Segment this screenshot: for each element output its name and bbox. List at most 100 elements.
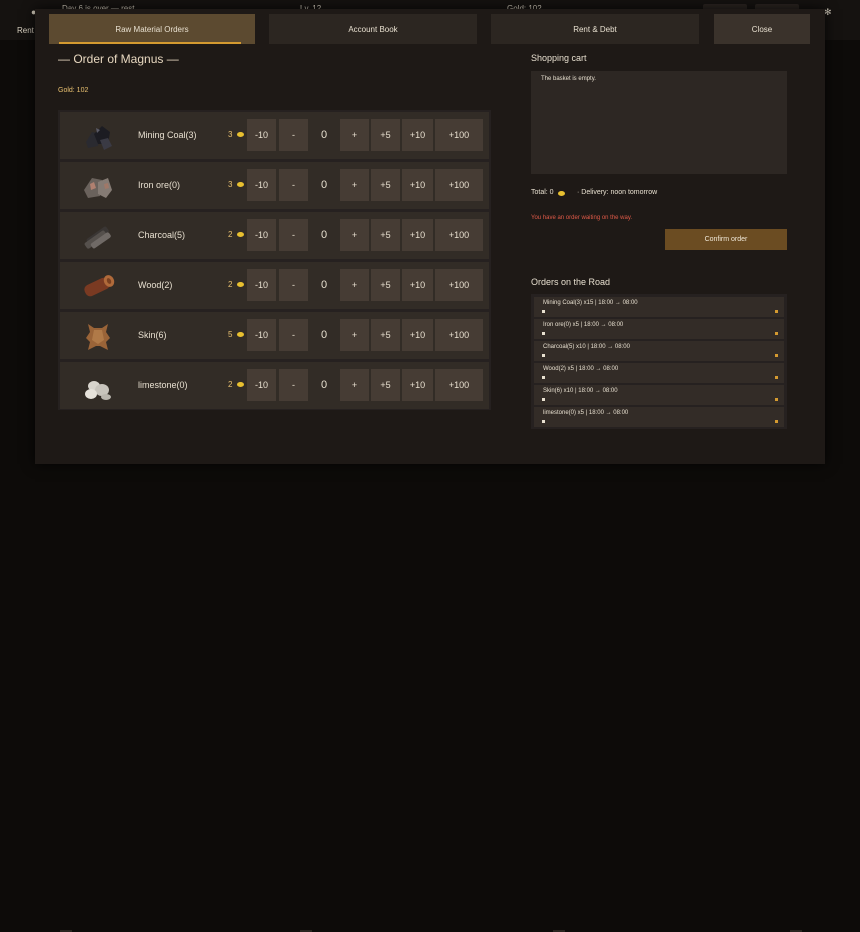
iron-ore-icon [84,178,112,198]
orders-on-road-list: Mining Coal(3) x15 | 18:00 → 08:00 Iron … [531,294,787,429]
progress-end-marker [775,376,778,379]
road-order-text: Iron ore(0) x5 | 18:00 → 08:00 [543,322,624,328]
minus-button[interactable]: - [279,219,308,251]
shop-modal: Raw Material Orders Account Book Rent & … [35,9,825,464]
animal-skin-icon [86,324,110,350]
cart-panel: Shopping cart The basket is empty. Total… [531,49,825,464]
plus-10-button[interactable]: +10 [402,319,433,351]
tab-raw-material-orders[interactable]: Raw Material Orders [49,14,255,44]
item-row: Mining Coal(3) 3 -10 - 0 + +5 +10 +100 [60,112,489,159]
coin-icon [237,182,244,187]
progress-start-marker [542,420,545,423]
cart-total: Total: 0 [531,189,554,196]
plus-10-button[interactable]: +10 [402,169,433,201]
minus-button[interactable]: - [279,319,308,351]
plus-button[interactable]: + [340,269,369,301]
minus-10-button[interactable]: -10 [247,219,276,251]
plus-100-button[interactable]: +100 [435,169,483,201]
road-order-item: Wood(2) x5 | 18:00 → 08:00 [534,363,784,383]
item-name: Mining Coal(3) [138,130,197,140]
plus-5-button[interactable]: +5 [371,269,400,301]
item-price: 3 [228,130,233,139]
plus-5-button[interactable]: +5 [371,119,400,151]
item-row: Wood(2) 2 -10 - 0 + +5 +10 +100 [60,262,489,309]
item-name: Iron ore(0) [138,180,181,190]
plus-100-button[interactable]: +100 [435,269,483,301]
minus-button[interactable]: - [279,119,308,151]
minus-button[interactable]: - [279,269,308,301]
plus-5-button[interactable]: +5 [371,219,400,251]
progress-end-marker [775,398,778,401]
item-name: Charcoal(5) [138,230,186,240]
plus-10-button[interactable]: +10 [402,369,433,401]
plus-5-button[interactable]: +5 [371,369,400,401]
plus-100-button[interactable]: +100 [435,319,483,351]
coin-icon [237,282,244,287]
road-order-text: Wood(2) x5 | 18:00 → 08:00 [543,366,619,372]
item-row: limestone(0) 2 -10 - 0 + +5 +10 +100 [60,362,489,409]
minus-10-button[interactable]: -10 [247,369,276,401]
item-name: limestone(0) [138,380,188,390]
wood-log-icon [84,275,115,297]
item-row: Iron ore(0) 3 -10 - 0 + +5 +10 +100 [60,162,489,209]
item-row: Skin(6) 5 -10 - 0 + +5 +10 +100 [60,312,489,359]
plus-10-button[interactable]: +10 [402,269,433,301]
item-price: 3 [228,180,233,189]
quantity-value: 0 [320,279,328,291]
item-name: Wood(2) [138,280,173,290]
road-order-text: Charcoal(5) x10 | 18:00 → 08:00 [543,344,630,350]
shop-title: — Order of Magnus — [58,52,179,66]
item-name: Skin(6) [138,330,167,340]
progress-start-marker [542,398,545,401]
quantity-value: 0 [320,329,328,341]
close-button[interactable]: Close [714,14,810,44]
progress-start-marker [542,310,545,313]
minus-10-button[interactable]: -10 [247,119,276,151]
cart-box: The basket is empty. [531,71,787,174]
progress-end-marker [775,420,778,423]
plus-5-button[interactable]: +5 [371,319,400,351]
quantity-value: 0 [320,379,328,391]
road-order-item: Iron ore(0) x5 | 18:00 → 08:00 [534,319,784,339]
plus-10-button[interactable]: +10 [402,219,433,251]
minus-10-button[interactable]: -10 [247,269,276,301]
pending-order-warning: You have an order waiting on the way. [531,215,633,221]
background-bottom [0,464,860,932]
progress-end-marker [775,354,778,357]
road-order-item: Mining Coal(3) x15 | 18:00 → 08:00 [534,297,784,317]
plus-10-button[interactable]: +10 [402,119,433,151]
plus-5-button[interactable]: +5 [371,169,400,201]
progress-start-marker [542,376,545,379]
coin-icon [237,382,244,387]
plus-button[interactable]: + [340,319,369,351]
road-order-text: Skin(6) x10 | 18:00 → 08:00 [543,388,618,394]
plus-100-button[interactable]: +100 [435,369,483,401]
order-panel: — Order of Magnus — Gold: 102 Mining Coa… [35,49,505,464]
minus-10-button[interactable]: -10 [247,169,276,201]
plus-button[interactable]: + [340,219,369,251]
tab-rent-debt[interactable]: Rent & Debt [491,14,699,44]
minus-10-button[interactable]: -10 [247,319,276,351]
minus-button[interactable]: - [279,169,308,201]
item-price: 5 [228,330,233,339]
plus-button[interactable]: + [340,369,369,401]
plus-button[interactable]: + [340,119,369,151]
item-price: 2 [228,380,233,389]
plus-100-button[interactable]: +100 [435,119,483,151]
plus-button[interactable]: + [340,169,369,201]
minus-button[interactable]: - [279,369,308,401]
coin-icon [237,132,244,137]
plus-100-button[interactable]: +100 [435,219,483,251]
road-order-item: limestone(0) x5 | 18:00 → 08:00 [534,407,784,427]
delivery-time: · Delivery: noon tomorrow [577,189,658,196]
road-order-item: Skin(6) x10 | 18:00 → 08:00 [534,385,784,405]
progress-start-marker [542,354,545,357]
settings-icon[interactable]: ✻ [824,7,832,18]
tab-bar: Raw Material Orders Account Book Rent & … [49,14,811,44]
confirm-order-button[interactable]: Confirm order [665,229,787,250]
tab-account-book[interactable]: Account Book [269,14,477,44]
limestone-icon [85,381,111,400]
coin-icon [237,332,244,337]
quantity-value: 0 [320,179,328,191]
gold-amount: Gold: 102 [58,87,89,94]
